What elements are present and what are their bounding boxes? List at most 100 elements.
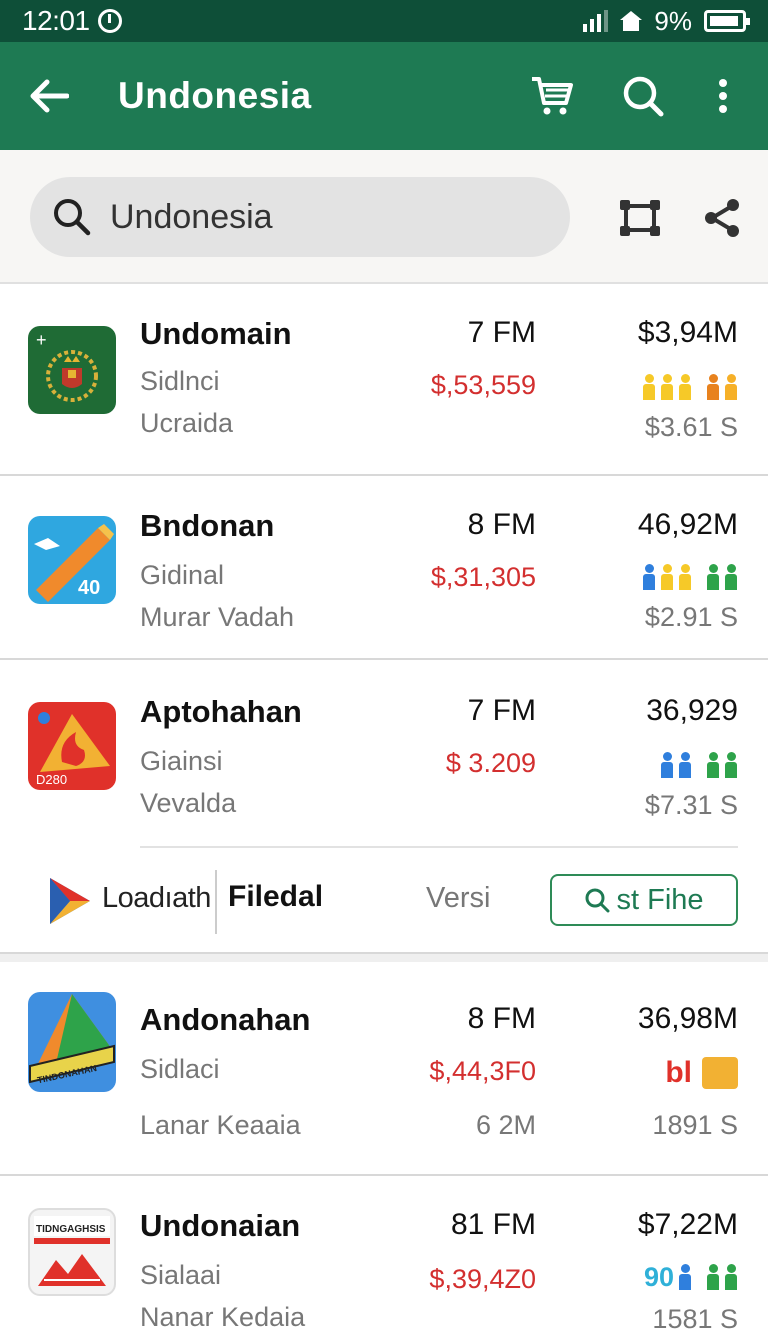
section-gap xyxy=(0,954,768,962)
app-name: Andonahan xyxy=(140,1002,311,1037)
compare-icon xyxy=(620,200,660,236)
app-name: Undomain xyxy=(140,316,292,351)
promo-title: Filedal xyxy=(228,880,324,913)
results-list: + Undomain Sidlnci Ucraida 7 FM $,53,559… xyxy=(0,286,768,1344)
list-item[interactable]: D280 Aptohahan Giainsi Vevalda 7 FM $ 3.… xyxy=(0,660,768,846)
list-item[interactable]: TINDONAHAN Andonahan Sidlaci Lanar Keaai… xyxy=(0,962,768,1176)
person-icon xyxy=(706,1264,720,1290)
app-icon-label: D280 xyxy=(36,772,67,787)
promo-search-button[interactable]: st Fihe xyxy=(550,874,738,926)
app-bar: Undonesia xyxy=(0,42,768,150)
app-name: Undonaian xyxy=(140,1208,301,1243)
person-icon xyxy=(660,564,674,590)
people-icons: 90 xyxy=(643,1262,738,1292)
signal-icon xyxy=(583,10,609,32)
home-icon xyxy=(620,11,643,31)
cart-icon xyxy=(532,77,573,115)
app-subtitle: Giainsi xyxy=(140,746,223,776)
size-label: 1581 S xyxy=(652,1304,738,1334)
divider xyxy=(140,846,738,848)
person-icon xyxy=(660,752,674,778)
list-item[interactable]: TIDNGAGHSIS Undonaian Sialaai Nanar Keda… xyxy=(0,1176,768,1344)
size-label: 1891 S xyxy=(652,1110,738,1140)
person-icon xyxy=(678,1264,692,1290)
price-label: $,44,3F0 xyxy=(429,1056,536,1086)
size-label: $2.91 S xyxy=(644,602,738,632)
green-emblem-app-icon: + xyxy=(28,326,116,414)
list-item[interactable]: 40 Bndonan Gidinal Murar Vadah 8 FM $,31… xyxy=(0,476,768,660)
period-label: 7 FM xyxy=(467,694,536,727)
badge-text: 90 xyxy=(643,1262,674,1292)
app-subtitle: Sidlaci xyxy=(140,1054,220,1084)
compare-button[interactable] xyxy=(612,190,668,246)
divider xyxy=(215,870,217,934)
app-developer: Ucraida xyxy=(140,408,234,438)
search-box[interactable] xyxy=(30,177,570,257)
period-label: 8 FM xyxy=(467,508,536,541)
people-icons xyxy=(660,752,738,778)
app-bar-actions xyxy=(508,42,768,150)
person-icon xyxy=(678,752,692,778)
amount-label: 46,92M xyxy=(637,508,738,541)
amount-label: $3,94M xyxy=(637,316,738,349)
app-developer: Lanar Keaaia xyxy=(140,1110,301,1140)
person-icon xyxy=(724,752,738,778)
price-label: $ 3.209 xyxy=(445,748,536,778)
search-button[interactable] xyxy=(598,42,688,150)
promo-button-label: st Fihe xyxy=(616,883,704,916)
price-label: $,53,559 xyxy=(430,370,536,400)
page-title: Undonesia xyxy=(118,75,312,116)
clock-icon xyxy=(97,9,122,33)
app-developer: Vevalda xyxy=(140,788,237,818)
back-button[interactable] xyxy=(0,42,98,150)
promo-brand: Loadıath xyxy=(102,882,211,914)
cart-button[interactable] xyxy=(508,42,598,150)
promo-banner: Loadıath Filedal Versi st Fihe xyxy=(0,846,768,954)
svg-text:+: + xyxy=(36,330,47,350)
app-developer: Nanar Kedaia xyxy=(140,1302,306,1332)
person-icon xyxy=(660,374,674,400)
person-icon xyxy=(706,752,720,778)
share-button[interactable] xyxy=(694,190,750,246)
badge-text: bl xyxy=(665,1056,692,1089)
period-label: 7 FM xyxy=(467,316,536,349)
app-subtitle: Sidlnci xyxy=(140,366,220,396)
person-icon xyxy=(706,564,720,590)
price-label: $,39,4Z0 xyxy=(429,1264,536,1294)
size-label: $3.61 S xyxy=(644,412,738,442)
status-bar: 12:01 9% xyxy=(0,0,768,42)
period-label: 81 FM xyxy=(450,1208,536,1241)
more-vert-icon xyxy=(719,79,727,113)
app-name: Bndonan xyxy=(140,508,275,543)
box-app-icon: TIDNGAGHSIS xyxy=(28,1208,116,1296)
search-icon xyxy=(54,199,91,236)
person-icon xyxy=(724,374,738,400)
person-icon xyxy=(706,374,720,400)
folder-icon xyxy=(702,1057,738,1089)
search-input[interactable] xyxy=(110,197,530,237)
amount-label: 36,98M xyxy=(637,1002,738,1035)
person-icon xyxy=(678,374,692,400)
battery-icon xyxy=(704,10,750,32)
app-developer: Murar Vadah xyxy=(140,602,295,632)
triangle-app-icon: TINDONAHAN xyxy=(28,992,116,1092)
amount-label: $7,22M xyxy=(637,1208,738,1241)
app-name: Aptohahan xyxy=(140,694,302,729)
promo-version: Versi xyxy=(426,882,491,914)
play-logo-icon xyxy=(50,878,90,924)
search-icon xyxy=(623,76,664,117)
person-icon xyxy=(642,564,656,590)
price-label: $,31,305 xyxy=(430,562,536,592)
person-icon xyxy=(642,374,656,400)
size-label: $7.31 S xyxy=(644,790,738,820)
person-icon xyxy=(724,564,738,590)
pencil-app-icon: 40 xyxy=(28,516,116,604)
more-options-button[interactable] xyxy=(688,42,758,150)
people-icons xyxy=(642,374,738,400)
list-item[interactable]: + Undomain Sidlnci Ucraida 7 FM $,53,559… xyxy=(0,286,768,476)
app-subtitle: Gidinal xyxy=(140,560,225,590)
person-icon xyxy=(724,1264,738,1290)
app-icon-label: 40 xyxy=(78,577,100,599)
period-label: 8 FM xyxy=(467,1002,536,1035)
person-icon xyxy=(678,564,692,590)
